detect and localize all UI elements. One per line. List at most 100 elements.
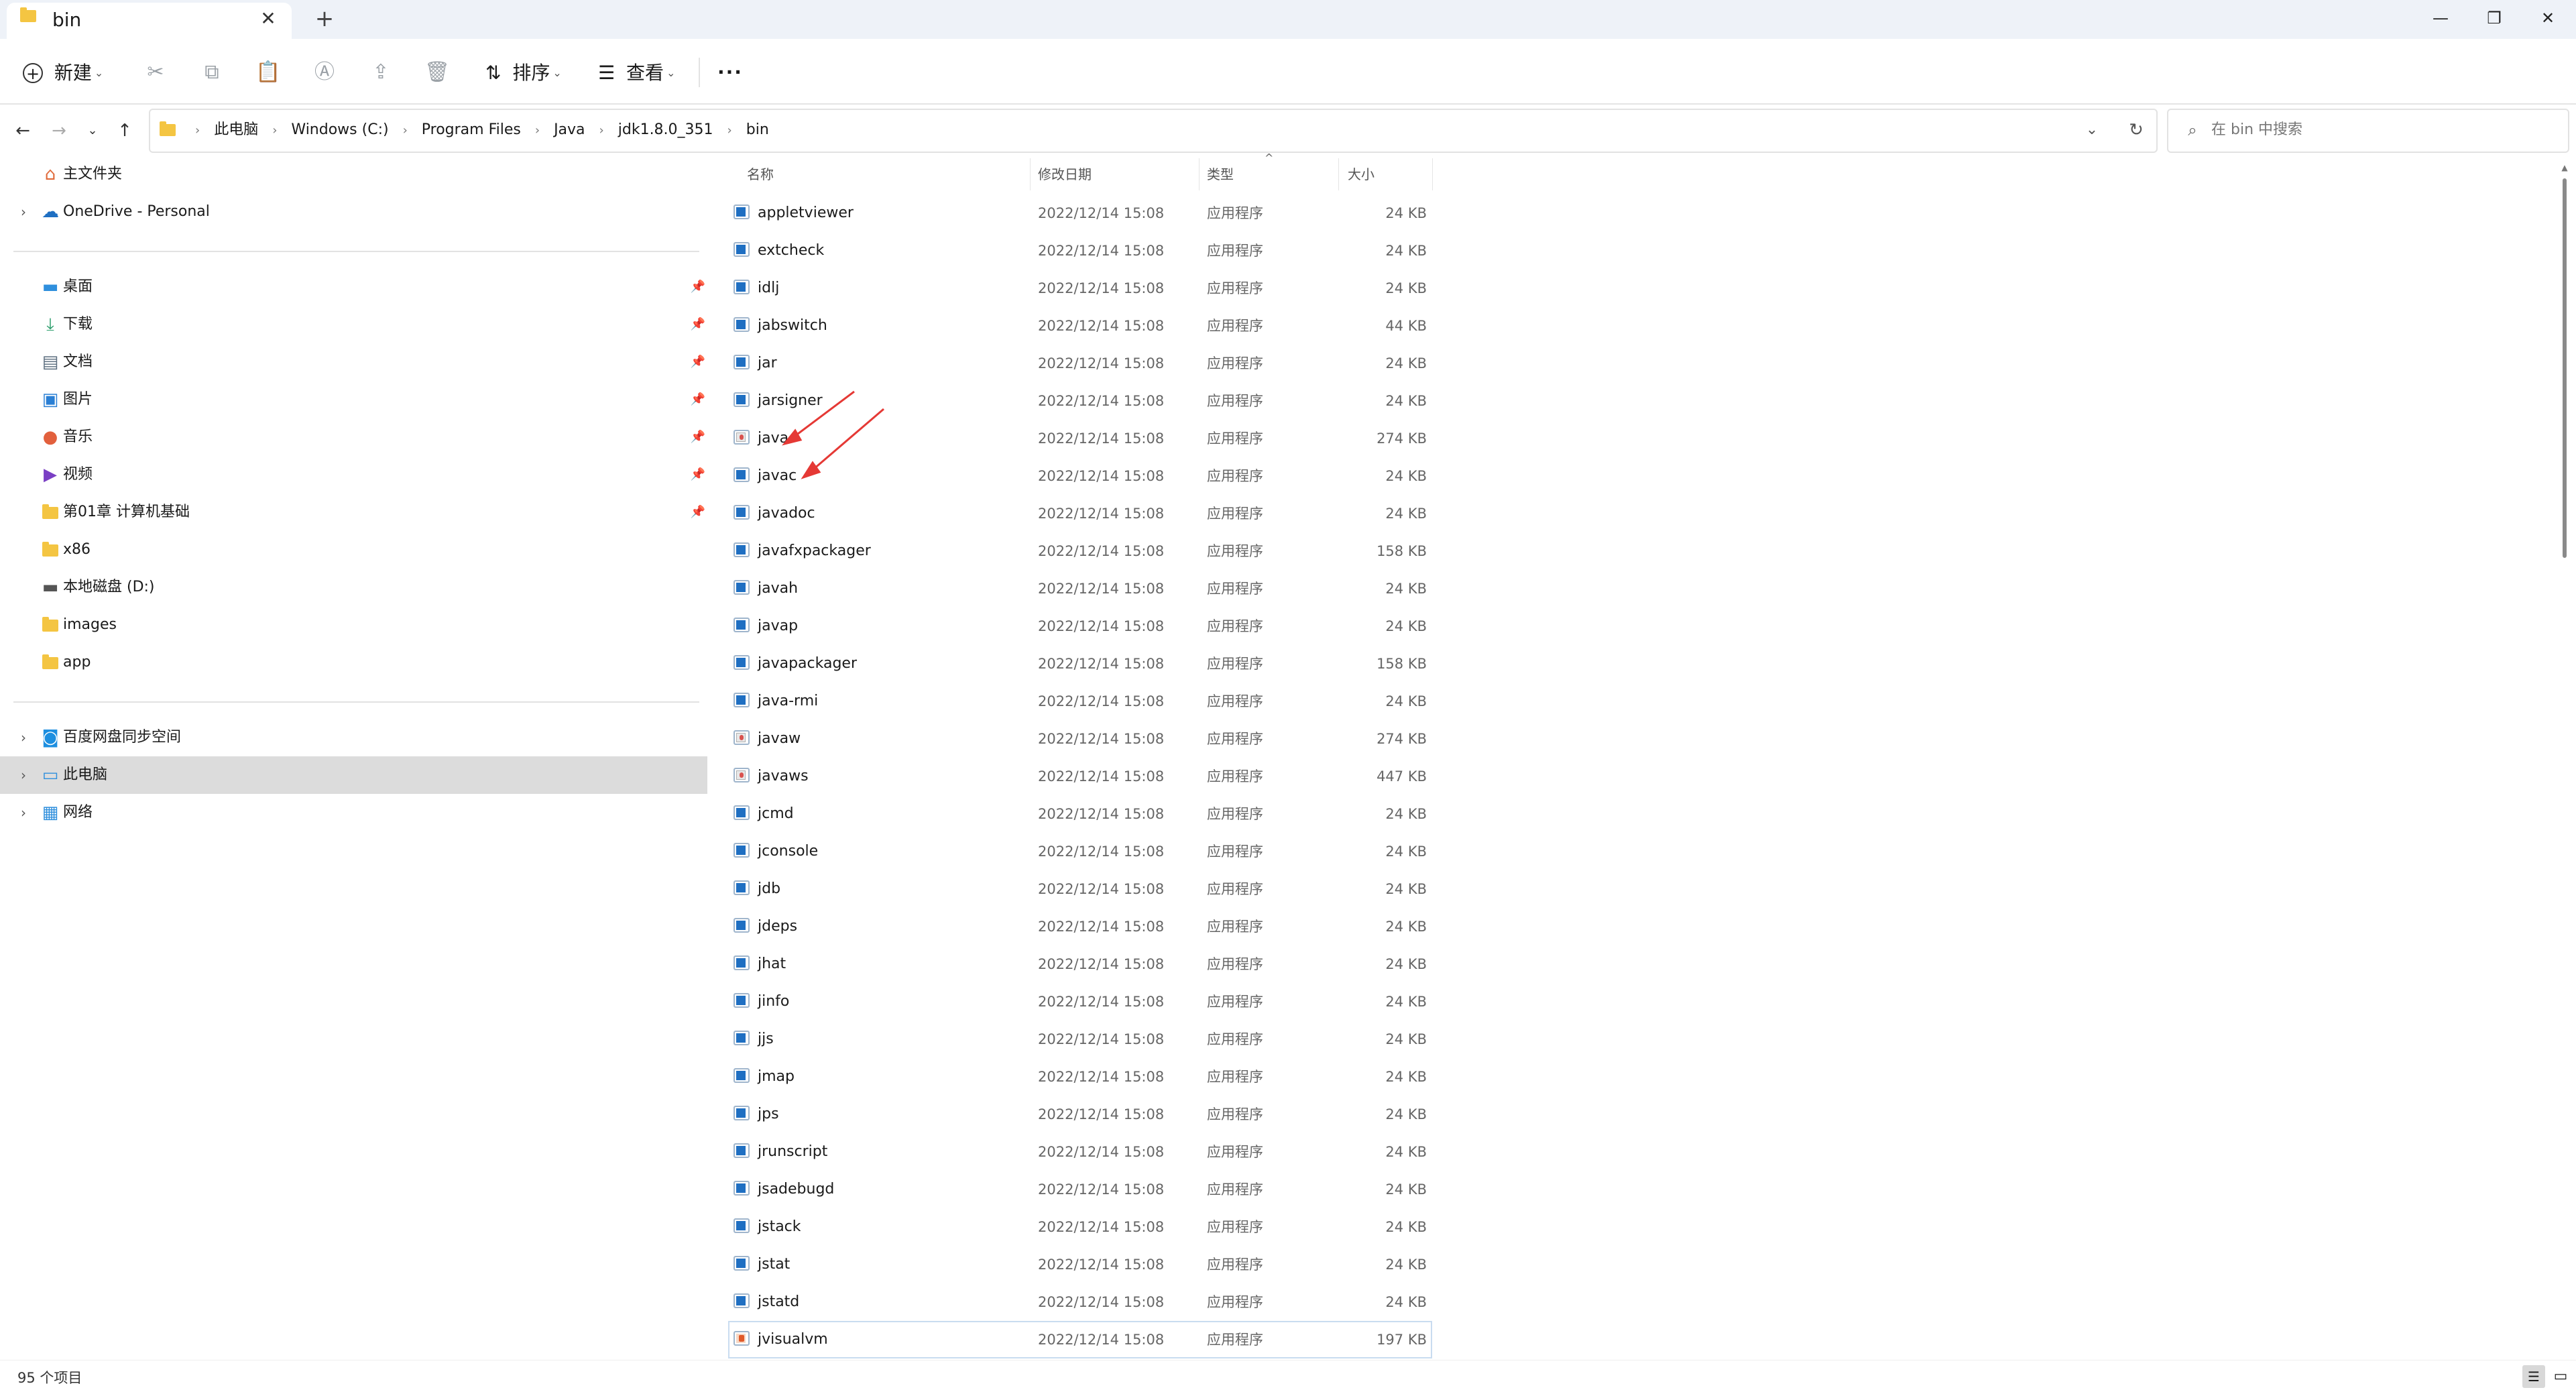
- sidebar-item-network[interactable]: › ▦ 网络: [0, 794, 707, 831]
- restore-button[interactable]: ❐: [2467, 0, 2521, 36]
- sidebar-item-x86[interactable]: x86: [0, 531, 707, 569]
- details-view-icon[interactable]: ☰: [2522, 1365, 2545, 1388]
- file-date: 2022/12/14 15:08: [1038, 1294, 1165, 1310]
- new-tab-button[interactable]: +: [311, 5, 338, 32]
- forward-arrow-icon[interactable]: →: [46, 117, 72, 144]
- search-input[interactable]: [2210, 115, 2548, 143]
- file-size: 24 KB: [1385, 581, 1427, 597]
- share-icon[interactable]: ⇪: [367, 59, 394, 86]
- sort-label: 排序: [512, 62, 550, 84]
- back-arrow-icon[interactable]: ←: [9, 117, 36, 144]
- pin-icon[interactable]: 📌: [688, 456, 708, 493]
- breadcrumb-program-files[interactable]: Program Files: [422, 121, 521, 138]
- sidebar-item-chapter01[interactable]: 第01章 计算机基础 📌: [0, 493, 707, 531]
- address-dropdown-icon[interactable]: ⌄: [2079, 117, 2105, 143]
- sidebar-item-baidu[interactable]: › ◙ 百度网盘同步空间: [0, 719, 707, 756]
- chevron-right-icon[interactable]: ›: [13, 719, 34, 756]
- view-icon: ☰: [598, 62, 616, 84]
- column-divider[interactable]: [1338, 158, 1339, 190]
- tab-bin[interactable]: [7, 3, 292, 39]
- file-name: jstack: [758, 1218, 801, 1235]
- sort-button[interactable]: ⇅ 排序 ⌄: [485, 59, 562, 86]
- sidebar-item-home[interactable]: ⌂ 主文件夹: [0, 156, 707, 193]
- pin-icon[interactable]: 📌: [688, 343, 708, 381]
- minimize-button[interactable]: —: [2414, 0, 2467, 36]
- executable-icon: [734, 795, 752, 833]
- sidebar-item-pictures[interactable]: ▣ 图片 📌: [0, 381, 707, 418]
- rename-icon[interactable]: Ⓐ: [311, 59, 338, 86]
- file-date: 2022/12/14 15:08: [1038, 618, 1165, 634]
- column-header-size[interactable]: 大小: [1348, 161, 1374, 188]
- toolbar-divider: [699, 58, 700, 87]
- pin-icon[interactable]: 📌: [688, 381, 708, 418]
- file-type: 应用程序: [1207, 656, 1263, 672]
- sidebar-item-app[interactable]: app: [0, 644, 707, 681]
- file-name: jinfo: [758, 993, 790, 1010]
- column-header-date[interactable]: 修改日期: [1038, 161, 1092, 188]
- new-button[interactable]: + 新建 ⌄: [23, 59, 103, 86]
- java-app-icon: [734, 720, 752, 758]
- sidebar-item-label: 文档: [63, 353, 93, 370]
- chevron-right-icon[interactable]: ›: [13, 193, 34, 231]
- breadcrumb-java[interactable]: Java: [554, 121, 585, 138]
- pin-icon[interactable]: 📌: [688, 493, 708, 531]
- file-type: 应用程序: [1207, 844, 1263, 860]
- tab-close-icon[interactable]: ✕: [257, 5, 280, 32]
- new-label: 新建: [54, 62, 92, 84]
- sidebar-item-music[interactable]: ● 音乐 📌: [0, 418, 707, 456]
- file-date: 2022/12/14 15:08: [1038, 355, 1165, 371]
- file-name: jdb: [758, 880, 781, 897]
- recent-chevron-icon[interactable]: ⌄: [79, 117, 106, 144]
- sidebar-item-onedrive[interactable]: › ☁ OneDrive - Personal: [0, 193, 707, 231]
- chevron-right-icon: ›: [272, 123, 278, 137]
- pin-icon[interactable]: 📌: [688, 418, 708, 456]
- executable-icon: [734, 1058, 752, 1096]
- scroll-up-icon[interactable]: ▲: [2560, 161, 2569, 174]
- scrollbar-thumb[interactable]: [2563, 178, 2567, 558]
- document-icon: ▤: [42, 352, 59, 372]
- column-header-name[interactable]: 名称: [747, 161, 774, 188]
- file-type: 应用程序: [1207, 355, 1263, 371]
- chevron-right-icon[interactable]: ›: [13, 794, 34, 831]
- sidebar-item-videos[interactable]: ▶ 视频 📌: [0, 456, 707, 493]
- refresh-icon[interactable]: ↻: [2123, 117, 2150, 143]
- sidebar-item-this-pc[interactable]: › ▭ 此电脑: [0, 756, 707, 794]
- chevron-right-icon: ›: [534, 123, 540, 137]
- column-header-type[interactable]: 类型: [1207, 161, 1234, 188]
- delete-icon[interactable]: 🗑: [424, 59, 451, 86]
- sidebar-item-images[interactable]: images: [0, 606, 707, 644]
- view-label: 查看: [626, 62, 664, 84]
- chevron-right-icon[interactable]: ›: [13, 756, 34, 794]
- sidebar-item-desktop[interactable]: ▬ 桌面 📌: [0, 268, 707, 306]
- file-name: idlj: [758, 280, 780, 296]
- file-date: 2022/12/14 15:08: [1038, 1069, 1165, 1085]
- up-arrow-icon[interactable]: ↑: [111, 117, 138, 144]
- executable-icon: [734, 1096, 752, 1133]
- more-options-button[interactable]: ···: [717, 59, 743, 86]
- pin-icon[interactable]: 📌: [688, 306, 708, 343]
- folder-icon: [40, 644, 60, 681]
- sidebar-divider: [13, 251, 699, 252]
- file-date: 2022/12/14 15:08: [1038, 1257, 1165, 1273]
- paste-icon[interactable]: 📋: [255, 59, 282, 86]
- pin-icon[interactable]: 📌: [688, 268, 708, 306]
- breadcrumb-this-pc[interactable]: 此电脑: [214, 121, 258, 138]
- sidebar-item-documents[interactable]: ▤ 文档 📌: [0, 343, 707, 381]
- sidebar-item-drive-d[interactable]: ▬ 本地磁盘 (D:): [0, 569, 707, 606]
- copy-icon[interactable]: ⧉: [198, 59, 225, 86]
- tiles-view-icon[interactable]: ▭: [2549, 1365, 2572, 1388]
- sidebar-item-downloads[interactable]: ⤓ 下载 📌: [0, 306, 707, 343]
- cut-icon[interactable]: ✂: [142, 59, 169, 86]
- column-divider[interactable]: [1432, 158, 1433, 190]
- file-size: 24 KB: [1385, 956, 1427, 972]
- breadcrumb-bin[interactable]: bin: [746, 121, 769, 138]
- breadcrumb-jdk[interactable]: jdk1.8.0_351: [618, 121, 713, 138]
- breadcrumb-windows-c[interactable]: Windows (C:): [291, 121, 388, 138]
- sidebar-item-label: app: [63, 654, 91, 671]
- close-window-button[interactable]: ✕: [2521, 0, 2575, 36]
- sidebar-item-label: 主文件夹: [63, 166, 123, 182]
- breadcrumb: › 此电脑 › Windows (C:) › Program Files › J…: [160, 117, 769, 143]
- view-button[interactable]: ☰ 查看 ⌄: [598, 59, 675, 86]
- column-divider[interactable]: [1030, 158, 1031, 190]
- visualvm-icon: [734, 1321, 752, 1358]
